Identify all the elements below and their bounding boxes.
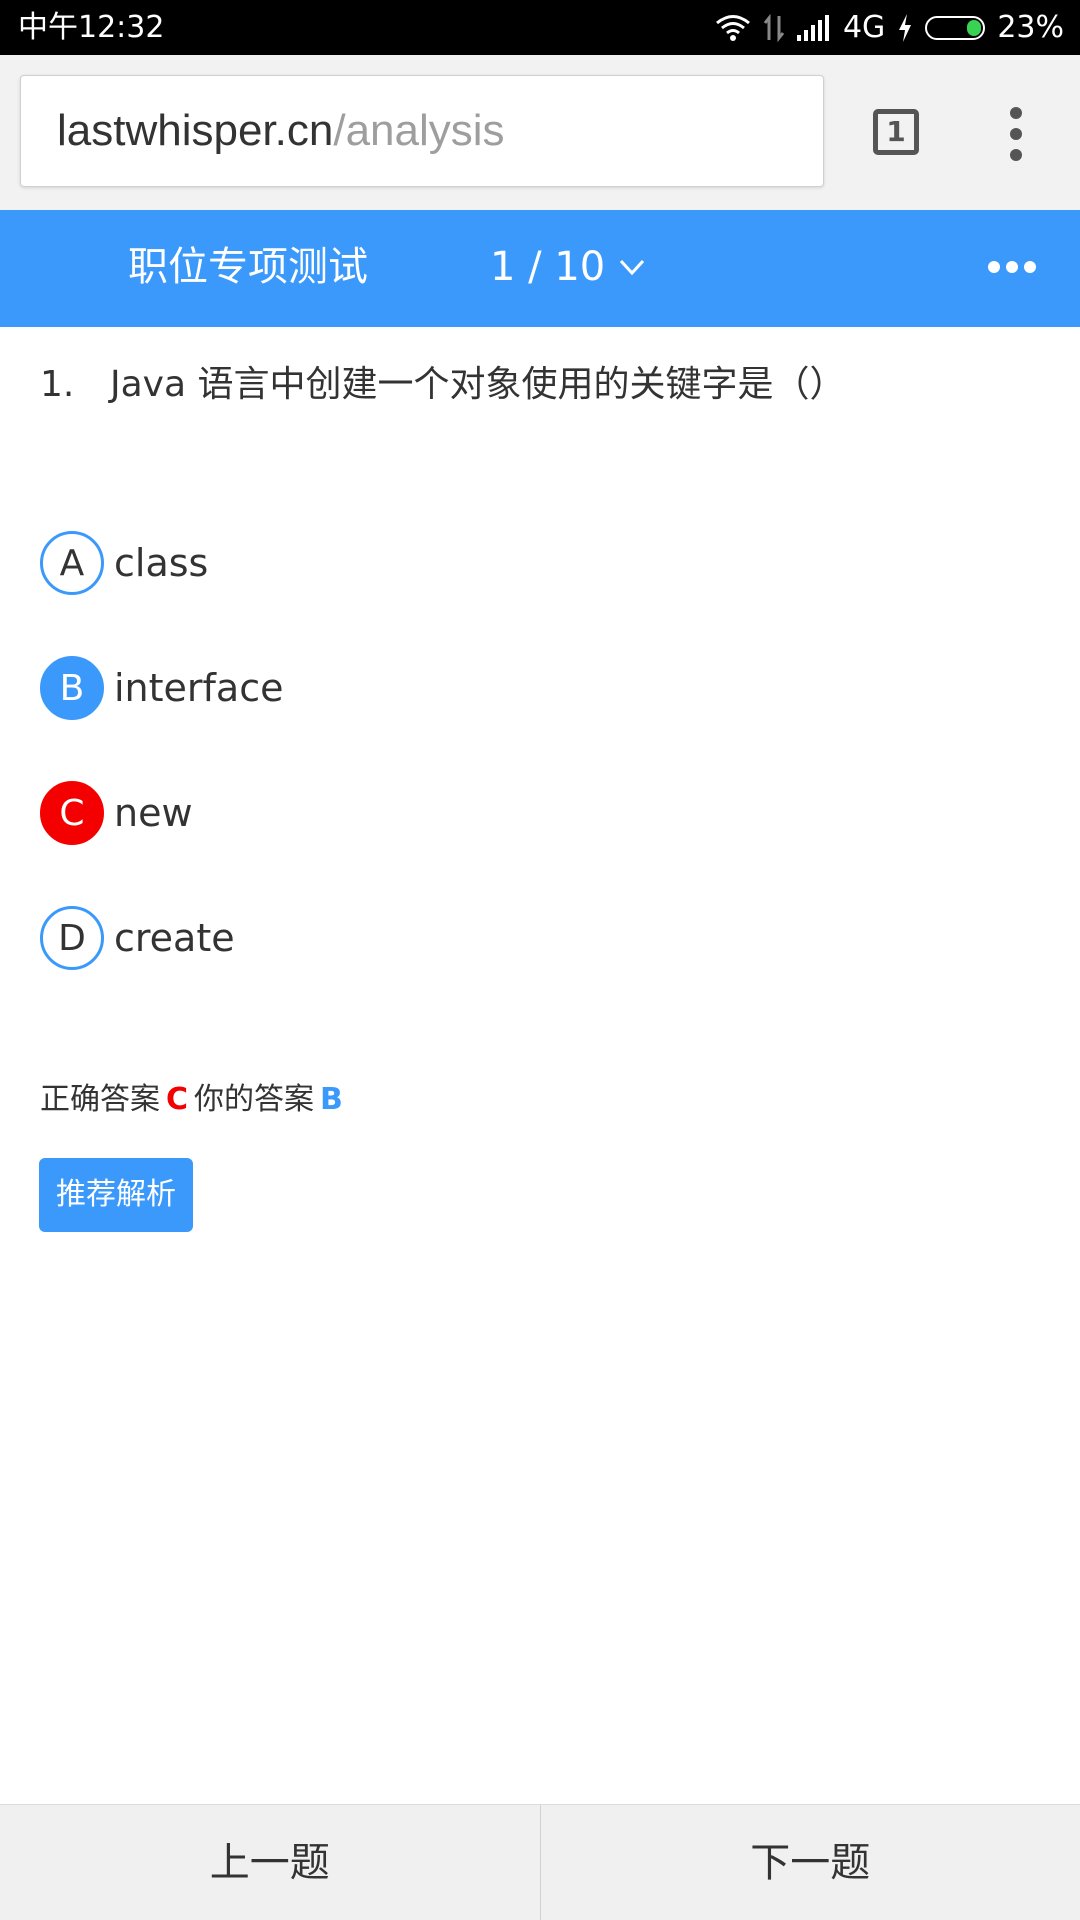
bottom-nav: 上一题 下一题 bbox=[0, 1804, 1080, 1920]
option-a-letter: A bbox=[40, 531, 104, 595]
wifi-icon bbox=[716, 15, 750, 41]
question-stem: Java 语言中创建一个对象使用的关键字是（） bbox=[110, 364, 846, 405]
option-c-text: new bbox=[114, 791, 193, 835]
url-text: lastwhisper.cn/analysis bbox=[57, 104, 505, 158]
url-path: /analysis bbox=[333, 106, 505, 155]
question-text: 1. Java 语言中创建一个对象使用的关键字是（） bbox=[40, 360, 1040, 410]
option-a[interactable]: A class bbox=[40, 531, 208, 595]
option-d-text: create bbox=[114, 916, 235, 960]
option-c-letter: C bbox=[40, 781, 104, 845]
question-progress: 1 / 10 bbox=[490, 244, 606, 290]
option-d[interactable]: D create bbox=[40, 906, 235, 970]
overflow-menu-icon[interactable] bbox=[1000, 107, 1032, 161]
question-number: 1. bbox=[40, 364, 75, 405]
charging-bolt-icon bbox=[899, 14, 912, 42]
page: 中午12:32 4G 23% lastwhisper.cn/analysis 1… bbox=[0, 0, 1080, 1920]
correct-answer-label: 正确答案 bbox=[40, 1082, 160, 1117]
address-bar[interactable]: lastwhisper.cn/analysis bbox=[20, 75, 824, 187]
option-a-text: class bbox=[114, 541, 209, 585]
your-answer-label: 你的答案 bbox=[194, 1082, 315, 1117]
prev-question-button[interactable]: 上一题 bbox=[0, 1805, 540, 1920]
page-title: 职位专项测试 bbox=[128, 244, 368, 290]
battery-percent: 23% bbox=[997, 10, 1064, 45]
chevron-down-icon bbox=[620, 259, 645, 276]
recommended-analysis-button[interactable]: 推荐解析 bbox=[39, 1158, 193, 1232]
answer-summary: 正确答案 C 你的答案 B bbox=[40, 1080, 349, 1120]
signal-icon bbox=[796, 15, 829, 41]
network-type: 4G bbox=[842, 10, 886, 45]
status-bar: 中午12:32 4G 23% bbox=[0, 0, 1080, 55]
option-b-letter: B bbox=[40, 656, 104, 720]
your-answer-value: B bbox=[320, 1082, 343, 1117]
browser-toolbar: lastwhisper.cn/analysis 1 bbox=[0, 55, 1080, 210]
correct-answer-value: C bbox=[166, 1082, 189, 1117]
option-b[interactable]: B interface bbox=[40, 656, 283, 720]
option-b-text: interface bbox=[114, 666, 284, 710]
battery-icon bbox=[925, 16, 986, 40]
app-header: 职位专项测试 1 / 10 bbox=[0, 210, 1080, 327]
next-question-button[interactable]: 下一题 bbox=[541, 1805, 1080, 1920]
status-icons: 4G 23% bbox=[715, 10, 1064, 46]
option-d-letter: D bbox=[40, 906, 104, 970]
url-host: lastwhisper.cn bbox=[57, 106, 334, 155]
tabs-icon[interactable]: 1 bbox=[873, 109, 919, 155]
data-transfer-icon bbox=[763, 14, 785, 42]
question-progress-dropdown[interactable]: 1 / 10 bbox=[490, 242, 645, 292]
option-c[interactable]: C new bbox=[40, 781, 193, 845]
more-icon[interactable] bbox=[988, 261, 1036, 273]
status-time: 中午12:32 bbox=[18, 10, 165, 45]
